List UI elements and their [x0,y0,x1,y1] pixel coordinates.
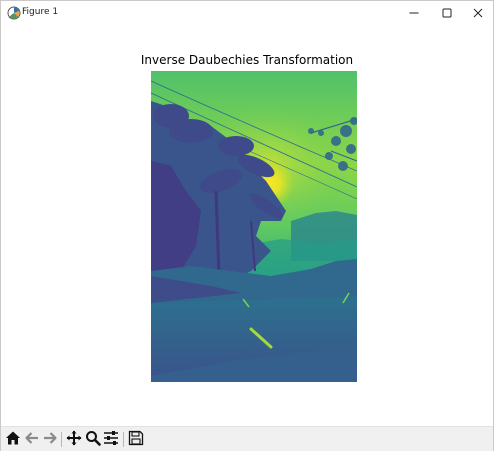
configure-subplots-button[interactable] [102,431,120,449]
move-icon [66,430,82,450]
close-icon [473,3,483,22]
minimize-button[interactable] [398,1,430,23]
save-button[interactable] [127,430,145,450]
maximize-button[interactable] [431,1,463,23]
window-title: Figure 1 [22,7,59,17]
matplotlib-figure-icon [7,5,21,20]
toolbar-separator [123,432,124,447]
figure-canvas[interactable]: Inverse Daubechies Transformation [1,23,493,426]
back-button[interactable] [23,431,41,449]
arrow-right-icon [42,430,58,450]
pan-button[interactable] [65,430,83,450]
arrow-left-icon [24,430,40,450]
title-bar: Figure 1 [1,1,493,23]
sliders-icon [103,430,119,450]
image-axes[interactable] [151,71,357,382]
figure-window: Figure 1 Inverse Daubechies Transformati… [0,0,494,451]
close-button[interactable] [462,1,494,23]
home-button[interactable] [4,431,22,449]
toolbar-separator [61,432,62,447]
minimize-icon [409,3,419,22]
zoom-icon [85,430,101,450]
maximize-icon [442,3,452,22]
zoom-button[interactable] [84,431,102,449]
plot-title: Inverse Daubechies Transformation [140,53,354,67]
transformed-image [151,71,357,382]
forward-button[interactable] [41,431,59,449]
navigation-toolbar [1,426,493,451]
save-icon [128,430,144,450]
home-icon [5,430,21,450]
